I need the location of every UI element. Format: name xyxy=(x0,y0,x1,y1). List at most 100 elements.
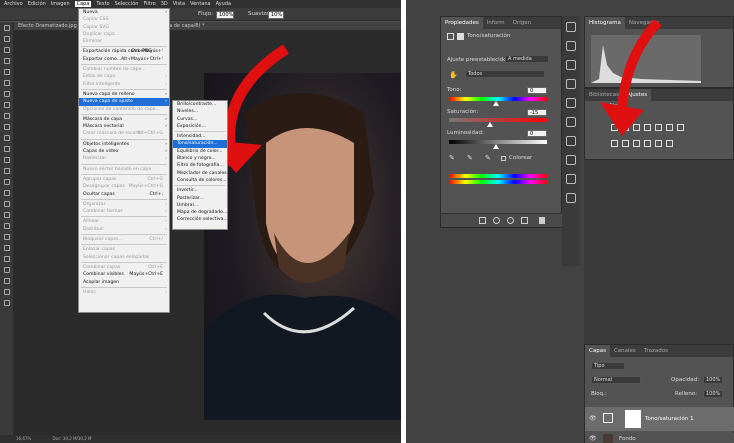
menu-item[interactable]: Nuevo sector basado en capa xyxy=(79,166,169,173)
menu-item[interactable]: Filtro de fotografía... xyxy=(173,162,227,169)
tool-icon[interactable] xyxy=(4,190,10,196)
menu-ventana[interactable]: Ventana xyxy=(190,1,211,7)
menu-filtro[interactable]: Filtro xyxy=(143,1,155,7)
clip-icon[interactable] xyxy=(479,217,486,224)
menu-item[interactable]: Opciones de contenido de capa... xyxy=(79,106,169,113)
menu-item[interactable]: Posterizar... xyxy=(173,195,227,202)
fill-field[interactable]: 100% xyxy=(703,390,723,398)
menu-vista[interactable]: Vista xyxy=(173,1,185,7)
kind-filter[interactable]: Tipo xyxy=(591,362,625,370)
tool-icon[interactable] xyxy=(4,135,10,141)
menu-item[interactable]: Exportación rápida como PNG Ctrl+Mayús+' xyxy=(79,48,169,55)
dock-icon[interactable] xyxy=(566,98,576,108)
tool-icon[interactable] xyxy=(4,146,10,152)
menu-item[interactable]: Duplicar capa... xyxy=(79,31,169,38)
menu-item[interactable]: Objetos inteligentes › xyxy=(79,141,169,148)
menu-item[interactable]: Capas de vídeo › xyxy=(79,148,169,155)
tool-icon[interactable] xyxy=(4,69,10,75)
tool-icon[interactable] xyxy=(4,25,10,31)
trash-icon[interactable] xyxy=(539,217,545,224)
channel-dropdown[interactable]: Todos xyxy=(465,70,545,78)
menu-capa[interactable]: Capa xyxy=(74,1,92,7)
menu-item[interactable]: Tono/saturación... xyxy=(173,140,227,148)
menu-item[interactable]: Alinear › xyxy=(79,218,169,225)
menu-item[interactable]: Nueva capa de ajuste › xyxy=(79,98,169,106)
dock-icon[interactable] xyxy=(566,79,576,89)
menu-item[interactable]: Nueva › xyxy=(79,9,169,16)
lightness-thumb[interactable] xyxy=(493,144,499,149)
menu-item[interactable]: Halos › xyxy=(79,289,169,296)
menu-imagen[interactable]: Imagen xyxy=(51,1,70,7)
menu-item[interactable]: Agrupar capas Ctrl+G xyxy=(79,176,169,183)
tool-icon[interactable] xyxy=(4,256,10,262)
saturation-slider[interactable] xyxy=(449,118,547,122)
dock-icon[interactable] xyxy=(566,136,576,146)
preset-dropdown[interactable]: A medida xyxy=(505,55,549,63)
tab-canales[interactable]: Canales xyxy=(610,345,640,357)
flujo-field[interactable]: 100% xyxy=(216,11,234,19)
menu-item[interactable]: Invertir... xyxy=(173,187,227,194)
menu-item[interactable]: Filtro inteligente › xyxy=(79,81,169,88)
saturation-thumb[interactable] xyxy=(487,122,493,127)
menu-item[interactable]: Distribuir › xyxy=(79,226,169,233)
tab-origen[interactable]: Origen xyxy=(509,17,535,29)
menu-item[interactable]: Bloquear capas... Ctrl+/ xyxy=(79,236,169,243)
canvas-area[interactable] xyxy=(14,30,401,435)
tool-icon[interactable] xyxy=(4,91,10,97)
tool-icon[interactable] xyxy=(4,47,10,53)
menu-item[interactable]: Combinar visibles Mayús+Ctrl+E xyxy=(79,271,169,278)
menu-edición[interactable]: Edición xyxy=(28,1,46,7)
menu-item[interactable]: Mapa de degradado... xyxy=(173,209,227,216)
menu-item[interactable]: Cambiar nombre de capa... xyxy=(79,66,169,73)
menu-item[interactable]: Corrección selectiva... xyxy=(173,216,228,223)
opacity-field[interactable]: 100% xyxy=(703,376,723,384)
blend-mode[interactable]: Normal xyxy=(591,376,641,384)
dock-icon[interactable] xyxy=(566,22,576,32)
menu-item[interactable]: Niveles... xyxy=(173,108,227,115)
color-lookup-icon[interactable] xyxy=(644,140,651,147)
hue-thumb[interactable] xyxy=(493,101,499,106)
tab-inform[interactable]: Inform xyxy=(483,17,509,29)
eyedropper-plus-icon[interactable]: ✎ xyxy=(467,154,473,162)
dock-icon[interactable] xyxy=(566,117,576,127)
tool-icon[interactable] xyxy=(4,80,10,86)
dock-icon[interactable] xyxy=(566,155,576,165)
tool-icon[interactable] xyxy=(4,278,10,284)
menu-item[interactable]: Mezclador de canales... xyxy=(173,170,231,177)
tool-icon[interactable] xyxy=(4,245,10,251)
menu-item[interactable]: Consulta de colores... xyxy=(173,177,227,184)
tool-icon[interactable] xyxy=(4,124,10,130)
tool-icon[interactable] xyxy=(4,102,10,108)
menu-item[interactable]: Organizar › xyxy=(79,201,169,208)
menu-item[interactable]: Desagrupar capas Mayús+Ctrl+G xyxy=(79,183,169,190)
dock-icon[interactable] xyxy=(566,60,576,70)
visibility-icon[interactable] xyxy=(521,217,528,224)
menu-item[interactable]: Copiar SVG xyxy=(79,24,169,31)
bw-icon[interactable] xyxy=(611,140,618,147)
menu-archivo[interactable]: Archivo xyxy=(4,1,23,7)
dock-icon[interactable] xyxy=(566,41,576,51)
menu-item[interactable]: Blanco y negro... xyxy=(173,155,227,162)
dock-icon[interactable] xyxy=(566,174,576,184)
menu-item[interactable]: Equilibrio de color... xyxy=(173,148,227,155)
tool-icon[interactable] xyxy=(4,234,10,240)
tool-icon[interactable] xyxy=(4,289,10,295)
hue-field[interactable]: 0 xyxy=(527,87,547,94)
saturation-field[interactable]: -15 xyxy=(527,109,547,116)
menu-item[interactable]: Copiar CSS xyxy=(79,16,169,23)
menu-item[interactable]: Ocultar capas Ctrl+, xyxy=(79,191,169,198)
menu-item[interactable]: Nueva capa de relleno › xyxy=(79,91,169,98)
eyedropper-icon[interactable]: ✎ xyxy=(449,154,455,162)
menu-item[interactable]: Estilo de capa › xyxy=(79,73,169,80)
dock-icon[interactable] xyxy=(566,193,576,203)
menu-item[interactable]: Enlazar capas xyxy=(79,246,169,253)
tool-icon[interactable] xyxy=(4,36,10,42)
menu-texto[interactable]: Texto xyxy=(96,1,109,7)
menu-3d[interactable]: 3D xyxy=(161,1,168,7)
tool-icon[interactable] xyxy=(4,212,10,218)
menu-item[interactable]: Acoplar imagen xyxy=(79,279,169,286)
reset-icon[interactable] xyxy=(507,217,514,224)
layer-mask-thumb[interactable] xyxy=(625,410,641,428)
menu-item[interactable]: Rasterizar › xyxy=(79,155,169,162)
hand-icon[interactable]: ✋ xyxy=(449,71,458,79)
